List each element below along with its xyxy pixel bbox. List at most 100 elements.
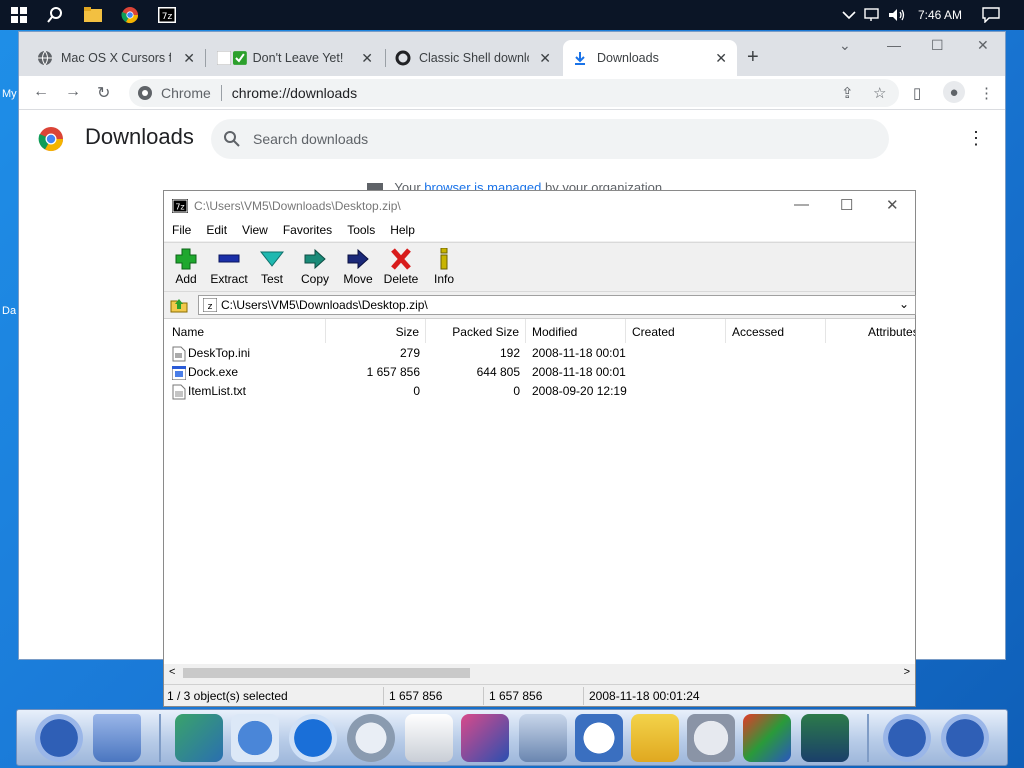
info-button[interactable]: Info <box>422 246 466 290</box>
menu-favorites[interactable]: Favorites <box>275 221 339 237</box>
clock[interactable]: 7:46 AM <box>918 8 962 22</box>
close-tab-icon[interactable]: ✕ <box>183 50 195 67</box>
path-input[interactable]: z C:\Users\VM5\Downloads\Desktop.zip\ ⌄ <box>198 295 916 315</box>
menu-file[interactable]: File <box>164 221 198 237</box>
tab-title: Don't Leave Yet! <box>252 51 344 65</box>
tab-classic-shell[interactable]: Classic Shell downlo ✕ <box>385 40 561 76</box>
tab-search-icon[interactable]: ⌄ <box>839 37 851 54</box>
column-packed-size[interactable]: Packed Size <box>426 319 526 343</box>
minimize-button[interactable]: — <box>887 37 901 53</box>
path-dropdown-icon[interactable]: ⌄ <box>899 297 909 311</box>
column-attributes[interactable]: Attributes <box>826 319 915 343</box>
menu-help[interactable]: Help <box>382 221 422 237</box>
side-panel-icon[interactable]: ▯ <box>913 84 921 102</box>
mail-icon[interactable] <box>231 714 279 762</box>
desktop-label-my: My <box>2 88 17 100</box>
tab-title: Classic Shell downlo <box>419 51 529 65</box>
7zip-maximize-button[interactable]: ☐ <box>840 196 853 214</box>
network-computer-icon[interactable] <box>175 714 223 762</box>
dock-separator <box>867 714 869 762</box>
search-icon[interactable] <box>44 4 66 26</box>
tab-downloads[interactable]: Downloads ✕ <box>563 40 737 76</box>
hexagon-app-icon[interactable] <box>631 714 679 762</box>
new-tab-button[interactable]: + <box>747 46 759 69</box>
search-downloads-input[interactable]: Search downloads <box>211 119 889 159</box>
tab-dont-leave-yet[interactable]: Don't Leave Yet! ✕ <box>207 40 383 76</box>
tab-mac-os-x-cursors[interactable]: Mac OS X Cursors for ✕ <box>27 40 205 76</box>
cd-discs-icon[interactable] <box>687 714 735 762</box>
add-button[interactable]: Add <box>164 246 208 290</box>
file-explorer-icon[interactable] <box>82 4 104 26</box>
column-modified[interactable]: Modified <box>526 319 626 343</box>
back-button[interactable]: ← <box>33 83 49 101</box>
scroll-left-icon[interactable]: < <box>169 666 175 678</box>
close-tab-icon[interactable]: ✕ <box>361 50 373 67</box>
notification-icon[interactable] <box>980 4 1002 26</box>
shutdown-icon[interactable] <box>941 714 989 762</box>
extract-button[interactable]: Extract <box>207 246 251 290</box>
table-row[interactable]: ItemList.txt 0 0 2008-09-20 12:19 <box>164 382 915 401</box>
column-size[interactable]: Size <box>326 319 426 343</box>
zip-archive-icon: z <box>203 298 217 312</box>
downloads-menu-icon[interactable]: ⋮ <box>967 128 985 149</box>
reload-button[interactable]: ↻ <box>97 83 110 103</box>
menu-edit[interactable]: Edit <box>198 221 234 237</box>
power-icon[interactable] <box>883 714 931 762</box>
menu-view[interactable]: View <box>234 221 275 237</box>
folder-clock-icon[interactable] <box>575 714 623 762</box>
table-row[interactable]: Dock.exe 1 657 856 644 805 2008-11-18 00… <box>164 363 915 382</box>
bookmark-star-icon[interactable]: ☆ <box>873 84 886 102</box>
scroll-right-icon[interactable]: > <box>904 666 910 678</box>
network-icon[interactable] <box>862 4 884 26</box>
column-created[interactable]: Created <box>626 319 726 343</box>
test-icon <box>260 251 284 267</box>
close-tab-icon[interactable]: ✕ <box>539 50 551 67</box>
folder-up-icon[interactable] <box>170 296 188 314</box>
cube-app-icon[interactable] <box>461 714 509 762</box>
close-tab-icon[interactable]: ✕ <box>715 50 727 67</box>
7zip-minimize-button[interactable]: — <box>794 196 809 213</box>
chrome-menu-icon[interactable]: ⋮ <box>979 84 994 102</box>
file-list[interactable]: Name Size Packed Size Modified Created A… <box>164 318 915 664</box>
test-button[interactable]: Test <box>250 246 294 290</box>
share-icon[interactable]: ⇪ <box>841 84 854 102</box>
table-row[interactable]: DeskTop.ini 279 192 2008-11-18 00:01 <box>164 344 915 363</box>
search-magnifier-icon[interactable] <box>347 714 395 762</box>
key-icon[interactable] <box>35 714 83 762</box>
menu-tools[interactable]: Tools <box>339 221 382 237</box>
tab-separator <box>205 49 206 67</box>
internet-explorer-icon[interactable] <box>289 714 337 762</box>
url-text[interactable]: chrome://downloads <box>232 85 357 101</box>
trash-icon[interactable] <box>93 714 141 762</box>
media-player-icon[interactable] <box>743 714 791 762</box>
7zip-close-button[interactable]: ✕ <box>886 196 899 214</box>
tab-title: Mac OS X Cursors for <box>61 51 171 65</box>
svg-text:7z: 7z <box>175 203 184 212</box>
horizontal-scrollbar[interactable]: < > <box>164 664 915 682</box>
chevron-up-icon[interactable] <box>838 4 860 26</box>
delete-button[interactable]: Delete <box>379 246 423 290</box>
move-button[interactable]: Move <box>336 246 380 290</box>
delete-icon <box>391 248 411 270</box>
close-button[interactable]: ✕ <box>977 37 989 54</box>
paint-display-icon[interactable] <box>801 714 849 762</box>
omnibox[interactable]: Chrome chrome://downloads <box>129 79 899 107</box>
chrome-icon[interactable] <box>119 4 141 26</box>
copy-button[interactable]: Copy <box>293 246 337 290</box>
profile-avatar-icon[interactable]: ● <box>943 81 965 103</box>
file-name: DeskTop.ini <box>188 346 251 360</box>
volume-icon[interactable] <box>886 4 908 26</box>
page-title: Downloads <box>85 124 194 149</box>
status-divider <box>383 687 384 705</box>
forward-button[interactable]: → <box>65 83 81 101</box>
7zip-icon[interactable]: 7z <box>156 4 178 26</box>
hard-drive-icon[interactable] <box>519 714 567 762</box>
column-name[interactable]: Name <box>164 319 326 343</box>
maximize-button[interactable]: ☐ <box>931 37 944 54</box>
exe-file-icon <box>172 366 186 380</box>
file-name: ItemList.txt <box>188 384 247 398</box>
scrollbar-thumb[interactable] <box>183 668 470 678</box>
rtf-document-icon[interactable] <box>405 714 453 762</box>
windows-start-icon[interactable] <box>8 4 30 26</box>
column-accessed[interactable]: Accessed <box>726 319 826 343</box>
